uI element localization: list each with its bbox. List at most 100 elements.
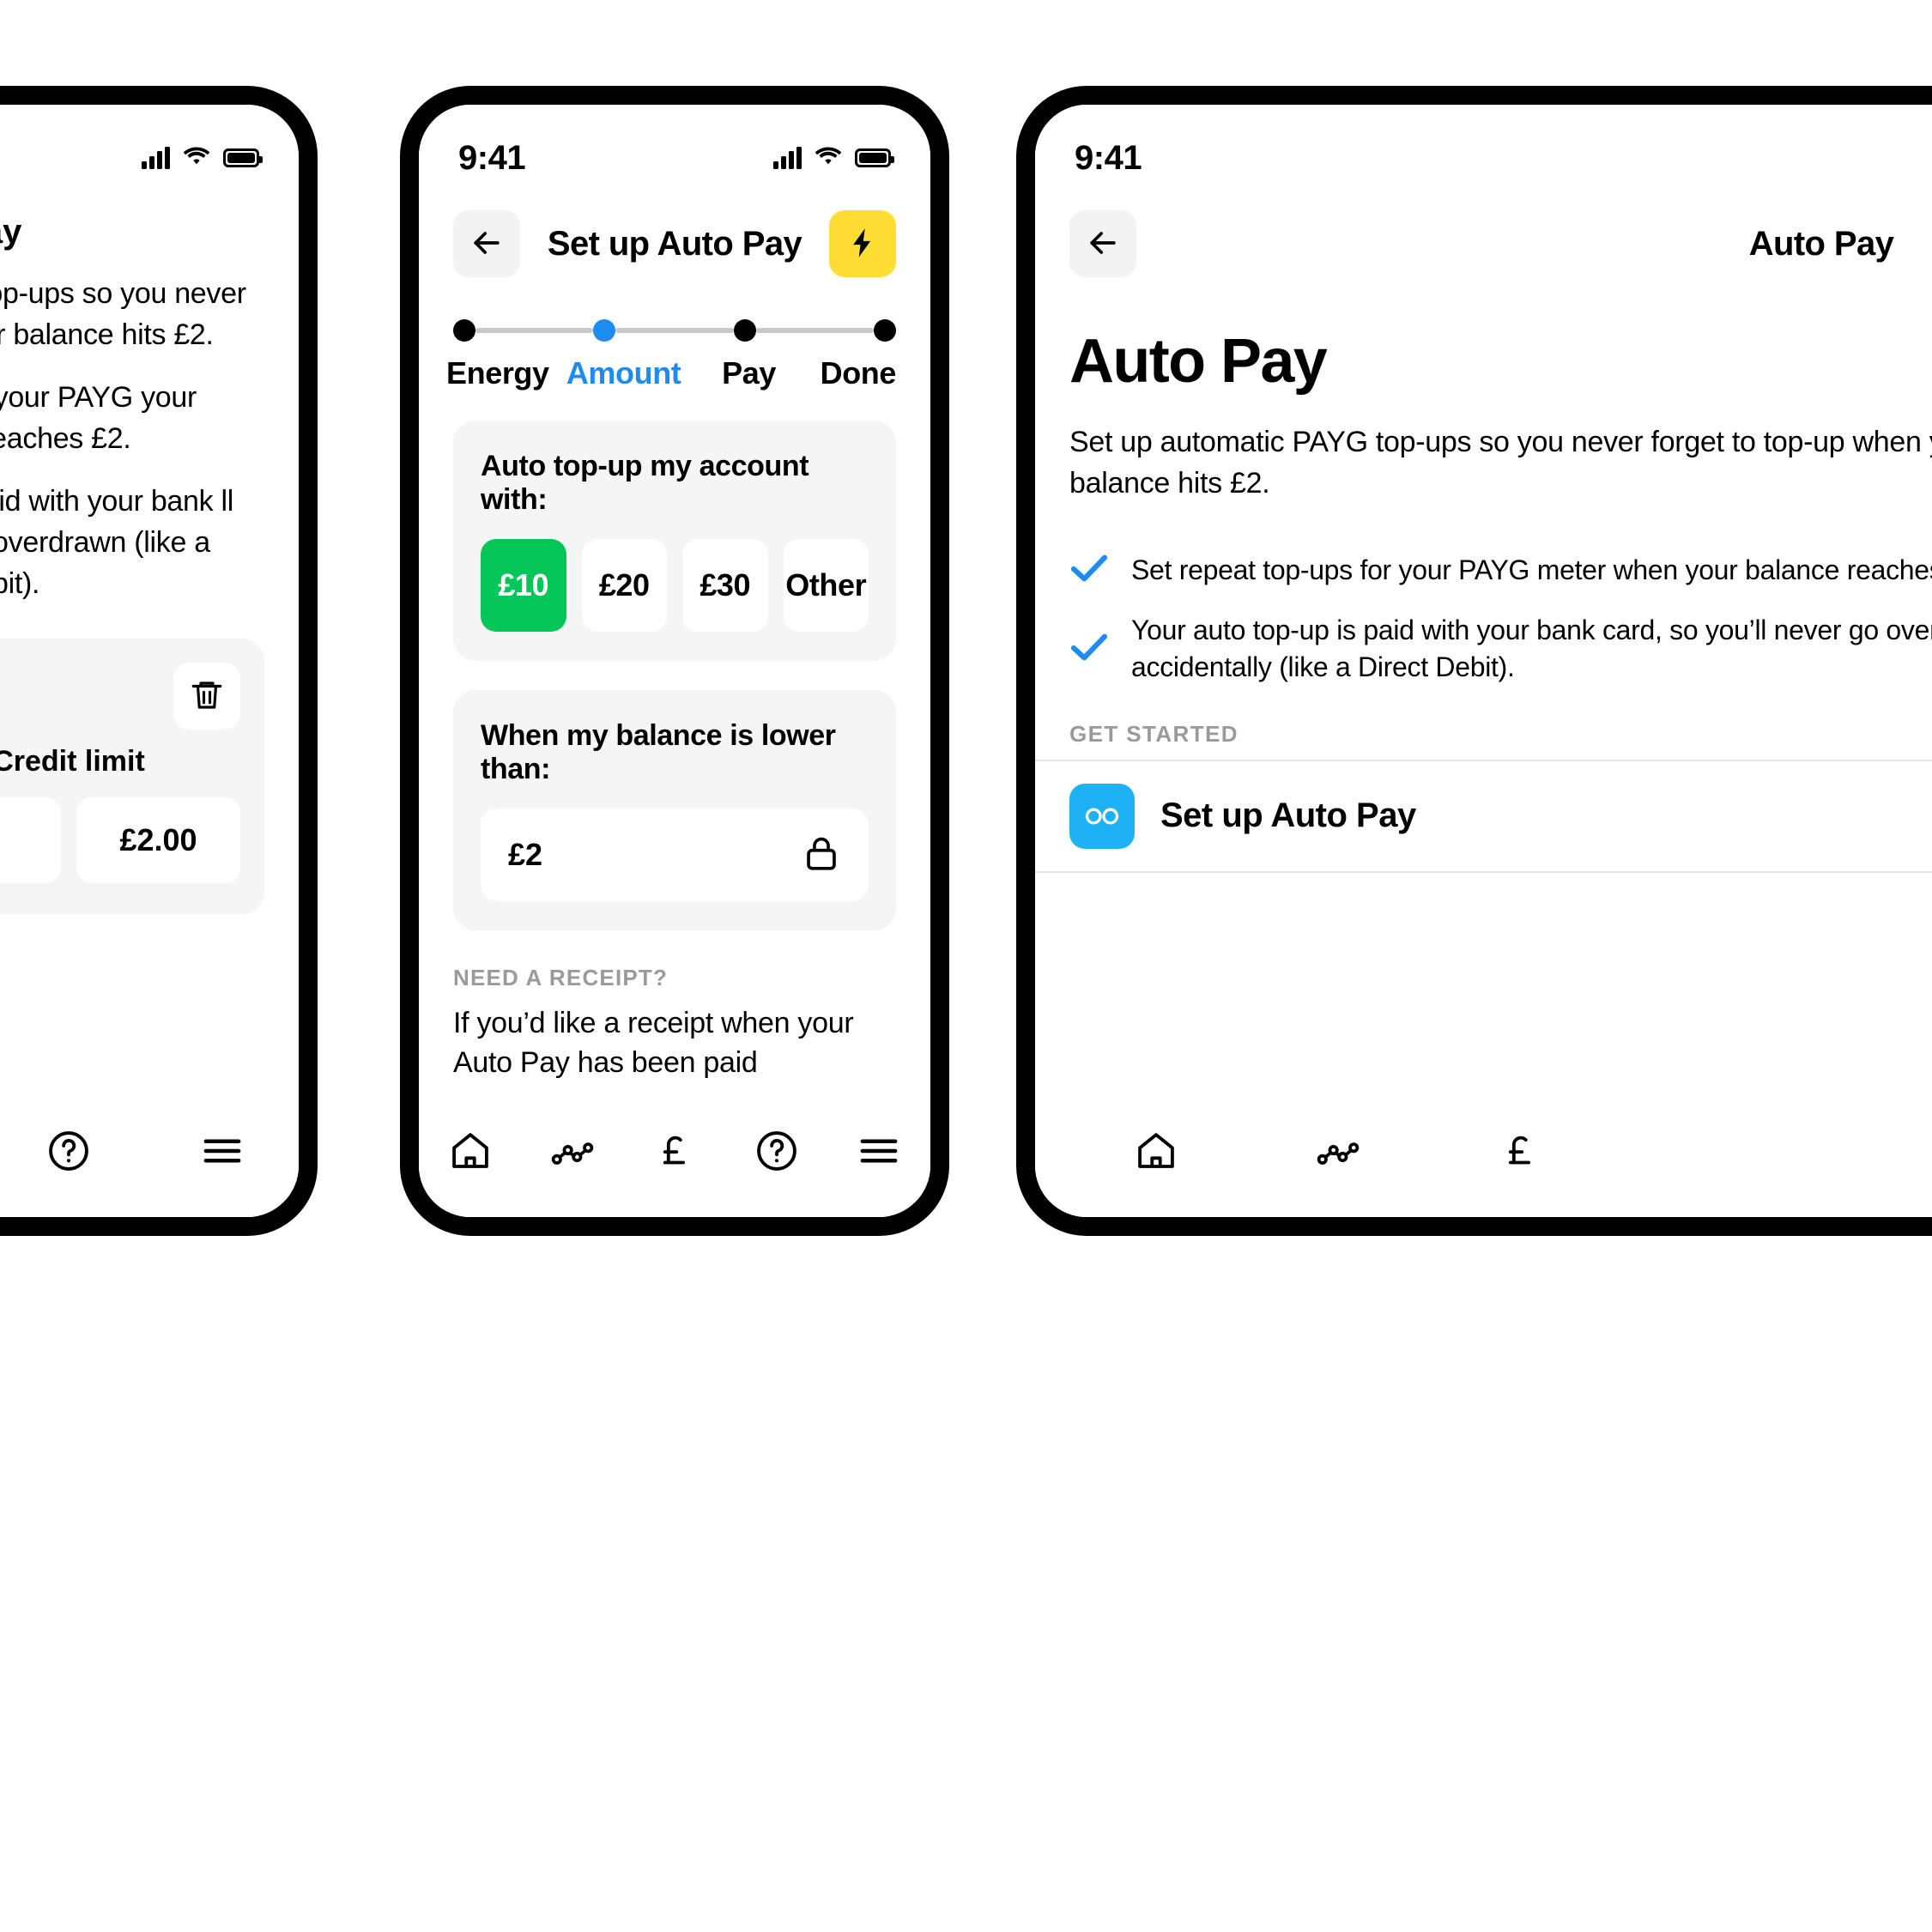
back-button[interactable] <box>1069 210 1136 277</box>
check-icon <box>1069 631 1109 668</box>
step-label-amount[interactable]: Amount <box>554 355 693 391</box>
trash-icon <box>189 677 225 716</box>
wifi-icon <box>182 145 211 172</box>
nav-pound-right[interactable] <box>1493 1127 1547 1180</box>
benefit-text: Set repeat top-ups for your PAYG meter w… <box>1131 554 1932 586</box>
stepper-track <box>453 319 896 342</box>
status-time-right: 9:41 <box>1075 138 1142 177</box>
nav-home-center[interactable] <box>444 1127 497 1180</box>
status-icons-center <box>773 145 894 172</box>
step-dot-done[interactable] <box>873 319 896 342</box>
credit-limit-field-blank[interactable] <box>0 797 61 884</box>
step-dot-pay[interactable] <box>733 319 756 342</box>
back-arrow-icon <box>468 224 506 264</box>
amount-option-10[interactable]: £10 <box>481 539 566 632</box>
amount-option-20[interactable]: £20 <box>581 539 667 632</box>
back-arrow-icon <box>1084 224 1122 264</box>
amount-option-other[interactable]: Other <box>783 539 869 632</box>
status-bar-left <box>0 105 299 187</box>
topup-amount-title: Auto top-up my account with: <box>481 450 809 516</box>
delete-button[interactable] <box>173 663 240 730</box>
battery-icon <box>855 148 894 167</box>
left-paragraph-2: p-ups for your PAYG your balance reaches… <box>0 381 197 455</box>
credit-limit-card: Credit limit £2.00 <box>0 639 264 915</box>
benefit-item: Set repeat top-ups for your PAYG meter w… <box>1069 552 1932 590</box>
nav-help-left[interactable] <box>42 1127 95 1180</box>
bottom-nav-right <box>1035 1088 1932 1217</box>
signal-icon <box>142 147 170 169</box>
pound-icon <box>651 1128 698 1178</box>
lock-icon <box>802 833 841 877</box>
pound-icon <box>1497 1128 1543 1178</box>
balance-threshold-field[interactable]: £2 <box>481 809 869 901</box>
help-icon <box>45 1128 92 1178</box>
check-icon <box>1069 552 1109 589</box>
battery-icon <box>223 148 263 167</box>
usage-chart-icon <box>548 1127 597 1179</box>
screen-center: 9:41 Set up Auto Pay Energy Amount Pay D… <box>419 105 930 1217</box>
left-paragraph-1: c PAYG top-ups so you never when your ba… <box>0 277 246 351</box>
step-label-energy[interactable]: Energy <box>446 355 549 391</box>
step-dot-energy[interactable] <box>453 319 475 342</box>
nav-menu-left[interactable] <box>196 1127 249 1180</box>
lightning-bolt-icon <box>845 226 880 263</box>
flash-action-button[interactable] <box>829 210 896 277</box>
phone-center: 9:41 Set up Auto Pay Energy Amount Pay D… <box>400 86 949 1236</box>
step-label-done[interactable]: Done <box>821 355 897 391</box>
bottom-nav-left <box>0 1088 299 1217</box>
nav-bar-center: Set up Auto Pay <box>419 187 930 290</box>
help-icon <box>754 1128 800 1178</box>
screenshot-stage: Auto Pay c PAYG top-ups so you never whe… <box>0 0 1932 1932</box>
left-paragraph-3: p-up is paid with your bank ll never go … <box>0 485 234 600</box>
usage-chart-icon <box>1314 1127 1362 1179</box>
wifi-icon <box>814 145 843 172</box>
receipt-eyebrow: NEED A RECEIPT? <box>453 965 669 990</box>
nav-home-right[interactable] <box>1130 1127 1183 1180</box>
step-dot-amount[interactable] <box>593 319 616 342</box>
credit-limit-value[interactable]: £2.00 <box>76 797 240 884</box>
home-icon <box>1133 1128 1179 1178</box>
status-bar-center: 9:41 <box>419 105 930 187</box>
menu-icon <box>199 1128 245 1178</box>
home-icon <box>447 1128 494 1178</box>
nav-usage-right[interactable] <box>1311 1127 1365 1180</box>
intro-right: Set up automatic PAYG top-ups so you nev… <box>1069 426 1932 500</box>
step-line-1 <box>475 328 594 333</box>
set-up-auto-pay-label: Set up Auto Pay <box>1160 796 1416 835</box>
progress-stepper: Energy Amount Pay Done <box>419 290 930 391</box>
status-icons-left <box>142 145 263 172</box>
heading-right: Auto Pay <box>1069 327 1328 396</box>
screen-right: 9:41 Auto Pay Auto Pay Set up automatic … <box>1035 105 1932 1217</box>
phone-right: 9:41 Auto Pay Auto Pay Set up automatic … <box>1016 86 1932 1236</box>
amount-options: £10 £20 £30 Other <box>481 539 869 632</box>
signal-icon <box>773 147 802 169</box>
nav-help-center[interactable] <box>750 1127 803 1180</box>
credit-limit-fields: £2.00 <box>0 797 240 884</box>
phone-left: Auto Pay c PAYG top-ups so you never whe… <box>0 86 318 1236</box>
amount-option-30[interactable]: £30 <box>682 539 768 632</box>
status-bar-right: 9:41 <box>1035 105 1932 187</box>
infinity-icon <box>1069 783 1135 849</box>
step-line-2 <box>615 328 734 333</box>
set-up-auto-pay-row[interactable]: Set up Auto Pay <box>1035 759 1932 873</box>
step-label-pay[interactable]: Pay <box>693 355 805 391</box>
credit-limit-label: Credit limit <box>0 745 145 778</box>
nav-bar-right: Auto Pay <box>1035 187 1932 290</box>
screen-left: Auto Pay c PAYG top-ups so you never whe… <box>0 105 299 1217</box>
back-button[interactable] <box>453 210 520 277</box>
topup-amount-card: Auto top-up my account with: £10 £20 £30… <box>453 421 896 661</box>
status-time-center: 9:41 <box>458 138 526 177</box>
menu-icon <box>856 1128 902 1178</box>
page-title-right: Auto Pay <box>1748 224 1894 263</box>
balance-threshold-value: £2 <box>508 837 543 872</box>
step-line-3 <box>755 328 874 333</box>
nav-menu-center[interactable] <box>852 1127 905 1180</box>
nav-pound-center[interactable] <box>648 1127 701 1180</box>
benefits-list: Set repeat top-ups for your PAYG meter w… <box>1035 504 1932 687</box>
nav-usage-center[interactable] <box>546 1127 599 1180</box>
bottom-nav-center <box>419 1088 930 1217</box>
benefit-text: Your auto top-up is paid with your bank … <box>1131 614 1932 683</box>
balance-threshold-card: When my balance is lower than: £2 <box>453 690 896 930</box>
benefit-item: Your auto top-up is paid with your bank … <box>1069 612 1932 687</box>
stepper-labels: Energy Amount Pay Done <box>446 355 897 391</box>
